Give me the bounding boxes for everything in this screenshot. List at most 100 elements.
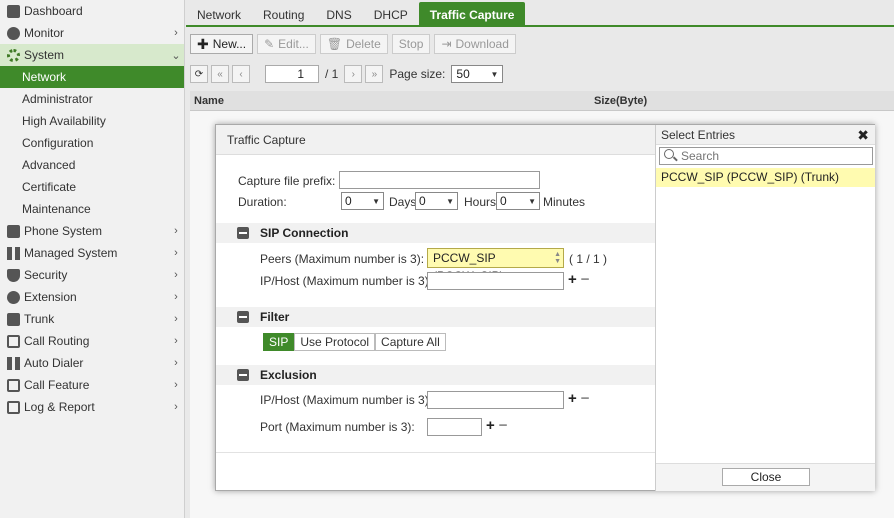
toolbar: ✚ New... ✎ Edit... 🗑 Delete Stop ⇥ Download xyxy=(190,34,516,56)
sidebar-item-high-availability[interactable]: High Availability xyxy=(0,110,184,132)
chevron-right-icon: › xyxy=(174,247,178,259)
column-size[interactable]: Size(Byte) xyxy=(594,95,647,107)
search-icon xyxy=(664,149,678,163)
trunk-icon xyxy=(7,312,20,326)
first-page-button[interactable]: « xyxy=(211,65,229,83)
add-icon[interactable]: + xyxy=(568,390,581,407)
last-page-button[interactable]: » xyxy=(365,65,384,83)
page-size-select[interactable]: 50 ▼ xyxy=(451,65,504,83)
filter-section[interactable]: Filter xyxy=(216,307,655,327)
filter-sip[interactable]: SIP xyxy=(263,333,295,351)
select-entries-panel: Select Entries ✖ PCCW_SIP (PCCW_SIP) (Tr… xyxy=(655,125,875,491)
exclusion-port-input[interactable] xyxy=(427,418,482,436)
gear-icon xyxy=(7,48,20,62)
sidebar-item-dashboard[interactable]: Dashboard xyxy=(0,0,184,22)
add-icon[interactable]: + xyxy=(486,417,499,434)
prev-page-button[interactable]: ‹ xyxy=(232,65,250,83)
sidebar-item-trunk[interactable]: Trunk › xyxy=(0,308,184,330)
caret-down-icon: ▼ xyxy=(490,69,499,79)
prefix-input[interactable] xyxy=(339,171,540,189)
remove-icon[interactable]: − xyxy=(581,390,594,407)
next-page-button[interactable]: › xyxy=(344,65,363,83)
close-button[interactable]: Close xyxy=(722,468,810,486)
download-icon: ⇥ xyxy=(441,37,452,51)
sidebar: Dashboard Monitor › System ⌄ Network Admin… xyxy=(0,0,185,518)
days-select[interactable]: 0 ▼ xyxy=(341,192,384,210)
dashboard-icon xyxy=(7,4,20,18)
entry-item[interactable]: PCCW_SIP (PCCW_SIP) (Trunk) xyxy=(656,168,875,187)
sidebar-item-call-feature[interactable]: Call Feature › xyxy=(0,374,184,396)
chevron-right-icon: › xyxy=(174,225,178,237)
list-header: Name Size(Byte) xyxy=(190,91,894,111)
sidebar-item-call-routing[interactable]: Call Routing › xyxy=(0,330,184,352)
sip-connection-section[interactable]: SIP Connection xyxy=(216,223,655,243)
sidebar-item-log-report[interactable]: Log & Report › xyxy=(0,396,184,418)
chevron-right-icon: › xyxy=(174,269,178,281)
exclusion-iphost-label: IP/Host (Maximum number is 3): xyxy=(260,393,433,407)
tab-dhcp[interactable]: DHCP xyxy=(363,2,419,26)
edit-icon: ✎ xyxy=(264,37,275,51)
tab-routing[interactable]: Routing xyxy=(252,2,315,26)
extension-icon xyxy=(7,290,20,304)
add-icon[interactable]: + xyxy=(568,271,581,288)
refresh-button[interactable]: ⟳ xyxy=(190,65,208,83)
sidebar-item-certificate[interactable]: Certificate xyxy=(0,176,184,198)
monitor-icon xyxy=(7,26,20,40)
pager: ⟳ « ‹ 1 / 1 › » Page size: 50 ▼ xyxy=(190,64,504,84)
sidebar-item-network[interactable]: Network xyxy=(0,66,184,88)
page-size-label: Page size: xyxy=(389,67,446,81)
collapse-icon[interactable] xyxy=(237,227,249,239)
sidebar-item-maintenance[interactable]: Maintenance xyxy=(0,198,184,220)
days-label: Days xyxy=(389,195,417,209)
sidebar-item-advanced[interactable]: Advanced xyxy=(0,154,184,176)
hours-select[interactable]: 0 ▼ xyxy=(415,192,458,210)
tab-traffic-capture[interactable]: Traffic Capture xyxy=(418,2,526,26)
refresh-icon: ⟳ xyxy=(194,68,204,80)
exclusion-iphost-input[interactable] xyxy=(427,391,564,409)
sidebar-item-system[interactable]: System ⌄ xyxy=(0,44,184,66)
page-number-input[interactable]: 1 xyxy=(265,65,319,83)
sidebar-item-configuration[interactable]: Configuration xyxy=(0,132,184,154)
new-button[interactable]: ✚ New... xyxy=(190,34,254,54)
close-icon[interactable]: ✖ xyxy=(857,125,869,145)
prefix-label: Capture file prefix: xyxy=(238,174,336,188)
sidebar-item-auto-dialer[interactable]: Auto Dialer › xyxy=(0,352,184,374)
sip-iphost-input[interactable] xyxy=(427,272,564,290)
search-box[interactable] xyxy=(659,147,873,165)
double-chevron-left-icon: « xyxy=(217,68,223,80)
delete-button[interactable]: 🗑 Delete xyxy=(319,34,388,54)
peers-label: Peers (Maximum number is 3): xyxy=(260,252,425,266)
hours-label: Hours xyxy=(464,195,497,209)
collapse-icon[interactable] xyxy=(237,311,249,323)
sidebar-item-monitor[interactable]: Monitor › xyxy=(0,22,184,44)
call-routing-icon xyxy=(7,334,20,348)
chevron-down-icon: ⌄ xyxy=(171,49,181,62)
dialog-title: Traffic Capture xyxy=(216,125,655,155)
sip-iphost-label: IP/Host (Maximum number is 3): xyxy=(260,274,433,288)
sidebar-item-extension[interactable]: Extension › xyxy=(0,286,184,308)
filter-use-protocol[interactable]: Use Protocol xyxy=(294,333,376,351)
caret-down-icon: ▼ xyxy=(446,196,454,206)
edit-button[interactable]: ✎ Edit... xyxy=(257,34,316,54)
minutes-select[interactable]: 0 ▼ xyxy=(496,192,540,210)
sidebar-item-security[interactable]: Security › xyxy=(0,264,184,286)
dialog-footer-divider xyxy=(216,452,655,453)
filter-capture-all[interactable]: Capture All xyxy=(375,333,446,351)
sidebar-item-administrator[interactable]: Administrator xyxy=(0,88,184,110)
exclusion-section[interactable]: Exclusion xyxy=(216,365,655,385)
stop-button[interactable]: Stop xyxy=(391,34,431,54)
sidebar-item-phone-system[interactable]: Phone System › xyxy=(0,220,184,242)
remove-icon[interactable]: − xyxy=(499,417,512,434)
chevron-right-icon: › xyxy=(174,401,178,413)
collapse-icon[interactable] xyxy=(237,369,249,381)
tab-dns[interactable]: DNS xyxy=(315,2,362,26)
peers-selected-entry[interactable]: PCCW_SIP (PCCW_SIP)▲▼ xyxy=(427,248,564,283)
chevron-right-icon: › xyxy=(174,357,178,369)
search-input[interactable] xyxy=(681,149,861,163)
filter-options: SIP Use Protocol Capture All xyxy=(263,333,446,351)
download-button[interactable]: ⇥ Download xyxy=(434,34,516,54)
column-name[interactable]: Name xyxy=(194,95,224,107)
tab-network[interactable]: Network xyxy=(186,2,252,26)
sidebar-item-managed-system[interactable]: Managed System › xyxy=(0,242,184,264)
remove-icon[interactable]: − xyxy=(581,271,594,288)
